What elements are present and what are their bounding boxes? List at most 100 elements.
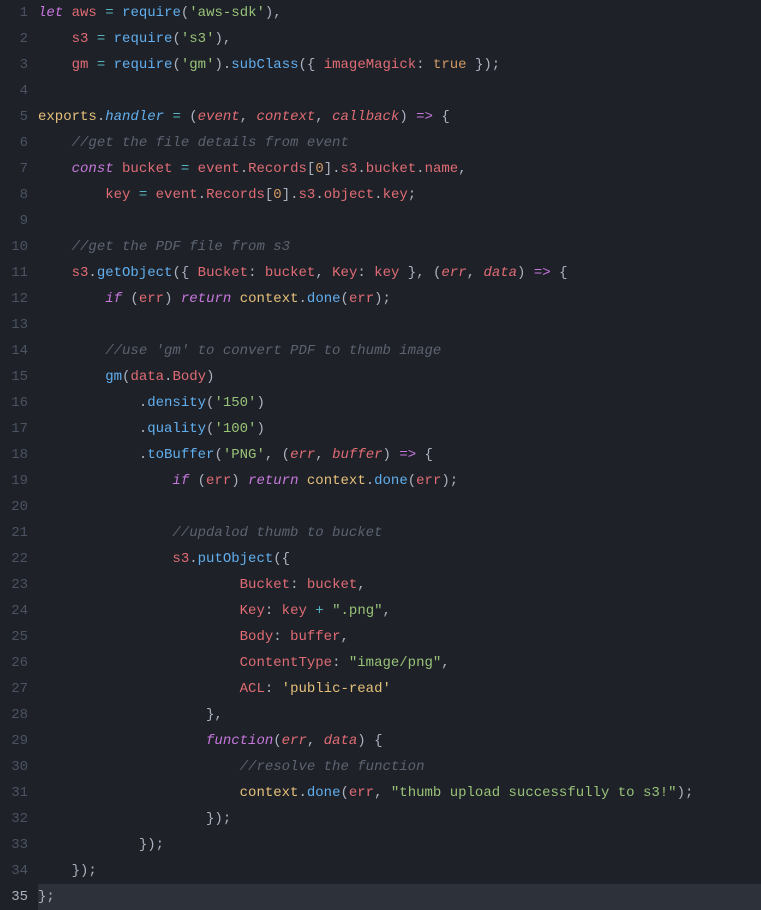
token-pun: , (315, 109, 332, 125)
code-line[interactable]: gm(data.Body) (38, 364, 761, 390)
token-pun (299, 473, 307, 489)
token-pun: : (248, 265, 265, 281)
token-obj: context (240, 785, 299, 801)
token-pun (38, 785, 240, 801)
code-line[interactable]: if (err) return context.done(err); (38, 286, 761, 312)
code-line[interactable]: exports.handler = (event, context, callb… (38, 104, 761, 130)
code-line[interactable]: ACL: 'public-read' (38, 676, 761, 702)
token-pun: ({ (172, 265, 197, 281)
code-line[interactable] (38, 78, 761, 104)
token-kw: if (105, 291, 122, 307)
code-line[interactable]: .toBuffer('PNG', (err, buffer) => { (38, 442, 761, 468)
token-prop: Body (240, 629, 274, 645)
token-var: key (374, 265, 399, 281)
code-line[interactable]: .density('150') (38, 390, 761, 416)
code-line[interactable]: if (err) return context.done(err); (38, 468, 761, 494)
token-op: = (105, 5, 113, 21)
code-line[interactable] (38, 208, 761, 234)
code-line[interactable]: }); (38, 858, 761, 884)
code-line[interactable]: const bucket = event.Records[0].s3.bucke… (38, 156, 761, 182)
token-pun: : (290, 577, 307, 593)
token-var: err (349, 785, 374, 801)
token-pun: : (332, 655, 349, 671)
code-line[interactable]: //resolve the function (38, 754, 761, 780)
token-pun: }); (38, 811, 231, 827)
token-fn: gm (105, 369, 122, 385)
token-pun: ( (214, 447, 222, 463)
code-line[interactable]: Bucket: bucket, (38, 572, 761, 598)
code-line[interactable]: s3 = require('s3'), (38, 26, 761, 52)
token-pun: . (38, 447, 147, 463)
code-line[interactable]: }, (38, 702, 761, 728)
token-pun: ]. (324, 161, 341, 177)
code-line[interactable]: function(err, data) { (38, 728, 761, 754)
code-line[interactable]: //get the file details from event (38, 130, 761, 156)
token-pun (114, 5, 122, 21)
code-line[interactable]: gm = require('gm').subClass({ imageMagic… (38, 52, 761, 78)
token-pun: , ( (265, 447, 290, 463)
token-var: s3 (172, 551, 189, 567)
token-prop: s3 (299, 187, 316, 203)
token-pun: . (198, 187, 206, 203)
token-pun: . (38, 395, 147, 411)
code-line[interactable] (38, 312, 761, 338)
code-line[interactable]: s3.putObject({ (38, 546, 761, 572)
code-line[interactable]: s3.getObject({ Bucket: bucket, Key: key … (38, 260, 761, 286)
token-var: err (416, 473, 441, 489)
code-line[interactable]: .quality('100') (38, 416, 761, 442)
token-pun: , (340, 629, 348, 645)
line-number: 2 (0, 26, 28, 52)
token-var: key (282, 603, 307, 619)
token-pun: : (265, 603, 282, 619)
token-var: err (139, 291, 164, 307)
token-pun: : (273, 629, 290, 645)
code-line[interactable]: }); (38, 832, 761, 858)
token-pun: ); (441, 473, 458, 489)
token-varI: buffer (332, 447, 382, 463)
token-pun: ) (206, 369, 214, 385)
token-fnI: handler (105, 109, 164, 125)
token-pun (38, 603, 240, 619)
code-line[interactable]: key = event.Records[0].s3.object.key; (38, 182, 761, 208)
token-varI: data (324, 733, 358, 749)
code-line[interactable]: context.done(err, "thumb upload successf… (38, 780, 761, 806)
code-line[interactable]: ContentType: "image/png", (38, 650, 761, 676)
token-pun: }, ( (399, 265, 441, 281)
code-line[interactable]: Body: buffer, (38, 624, 761, 650)
token-cmt: //resolve the function (240, 759, 425, 775)
token-kw: => (534, 265, 551, 281)
token-pun: ) (383, 447, 400, 463)
code-area[interactable]: let aws = require('aws-sdk'), s3 = requi… (38, 0, 761, 910)
code-line[interactable]: let aws = require('aws-sdk'), (38, 0, 761, 26)
code-editor[interactable]: 1234567891011121314151617181920212223242… (0, 0, 761, 910)
token-op: = (97, 57, 105, 73)
token-prop: Records (248, 161, 307, 177)
token-prop: Key (240, 603, 265, 619)
code-line[interactable]: }; (38, 884, 761, 910)
token-prop: imageMagick (324, 57, 416, 73)
token-num: 0 (315, 161, 323, 177)
token-pun: ) { (357, 733, 382, 749)
token-pun: ) (256, 421, 264, 437)
code-line[interactable] (38, 494, 761, 520)
token-pun (38, 759, 240, 775)
token-prop: Bucket (198, 265, 248, 281)
token-fn: require (114, 57, 173, 73)
code-line[interactable]: }); (38, 806, 761, 832)
token-pun: ), (265, 5, 282, 21)
line-number: 33 (0, 832, 28, 858)
line-number: 18 (0, 442, 28, 468)
code-line[interactable]: Key: key + ".png", (38, 598, 761, 624)
code-line[interactable]: //get the PDF file from s3 (38, 234, 761, 260)
token-fn: subClass (231, 57, 298, 73)
token-var: aws (72, 5, 97, 21)
code-line[interactable]: //use 'gm' to convert PDF to thumb image (38, 338, 761, 364)
code-line[interactable]: //updalod thumb to bucket (38, 520, 761, 546)
token-str: '100' (214, 421, 256, 437)
token-var: err (206, 473, 231, 489)
token-num: true (433, 57, 467, 73)
token-pun (38, 161, 72, 177)
token-pun: ). (214, 57, 231, 73)
line-number: 29 (0, 728, 28, 754)
token-fn: done (307, 291, 341, 307)
